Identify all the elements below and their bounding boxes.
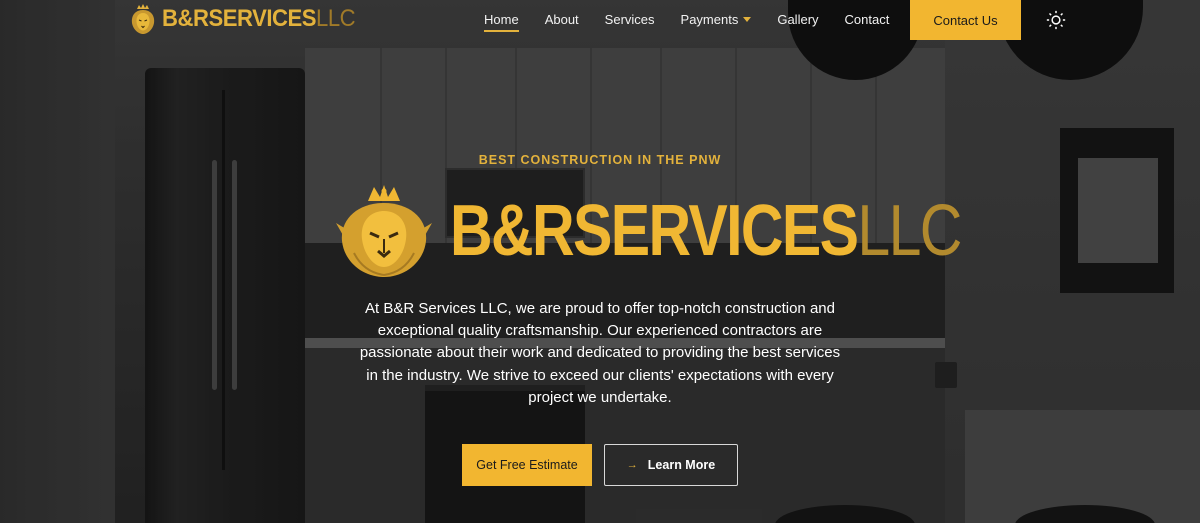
- brand-wordmark: B&RSERVICESLLC: [162, 5, 356, 32]
- top-navigation: B&RSERVICESLLC Home About Services Payme…: [0, 0, 1200, 40]
- hero-description: At B&R Services LLC, we are proud to off…: [359, 300, 841, 406]
- learn-more-button[interactable]: → Learn More: [604, 444, 738, 486]
- get-free-estimate-button[interactable]: Get Free Estimate: [462, 444, 592, 486]
- hero-logo: B&RSERVICESLLC: [334, 183, 1073, 279]
- sun-icon[interactable]: [1045, 9, 1067, 31]
- arrow-right-icon: →: [626, 459, 638, 471]
- chevron-down-icon: [743, 17, 752, 22]
- contact-us-button[interactable]: Contact Us: [910, 0, 1021, 40]
- nav-link-services[interactable]: Services: [605, 12, 655, 27]
- nav-link-home[interactable]: Home: [484, 12, 519, 32]
- nav-link-gallery[interactable]: Gallery: [777, 12, 818, 27]
- main-menu: Home About Services Payments Gallery Con…: [484, 12, 915, 32]
- lion-crown-icon: [131, 4, 155, 34]
- lion-crown-icon: [336, 185, 432, 277]
- nav-link-payments[interactable]: Payments: [681, 12, 752, 27]
- brand-logo-link[interactable]: B&RSERVICESLLC: [128, 3, 372, 35]
- hero-wordmark: B&RSERVICESLLC: [450, 191, 962, 271]
- nav-link-payments-label: Payments: [680, 12, 739, 27]
- nav-link-contact[interactable]: Contact: [845, 12, 890, 27]
- learn-more-label: Learn More: [647, 458, 716, 472]
- nav-link-about[interactable]: About: [545, 12, 579, 27]
- hero-eyebrow: BEST CONSTRUCTION IN THE PNW: [478, 153, 722, 167]
